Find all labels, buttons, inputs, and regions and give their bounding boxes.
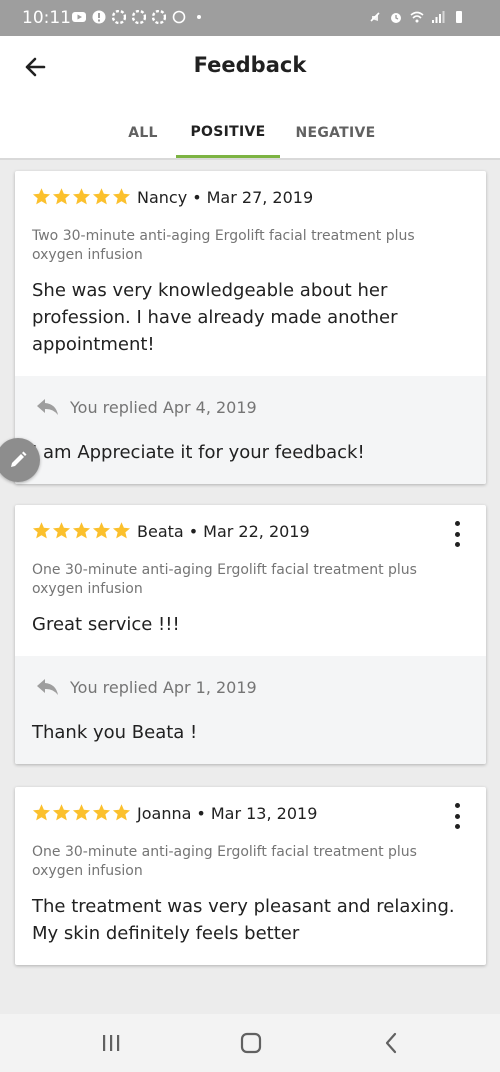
service-name: One 30-minute anti-aging Ergolift facial… (32, 562, 417, 597)
app-icon (132, 10, 146, 24)
status-bar: 10:11 (0, 0, 500, 36)
review-card: Joanna • Mar 13, 2019 One 30-minute anti-a… (15, 787, 486, 965)
reply-date: You replied Apr 4, 2019 (70, 397, 257, 417)
star-icon (52, 804, 71, 821)
separator: • (192, 188, 202, 207)
star-icon (72, 522, 91, 539)
star-icon (92, 188, 111, 205)
page-title: Feedback (193, 53, 307, 77)
review-card: Beata • Mar 22, 2019 One 30-minute anti-ag… (15, 505, 486, 764)
home-icon (240, 1032, 262, 1054)
alert-icon (92, 10, 106, 24)
reply-text: Thank you Beata ! (32, 722, 198, 743)
status-time: 10:11 (22, 8, 71, 28)
wifi-icon (410, 11, 424, 23)
reviewer-line: Nancy • Mar 27, 2019 (137, 188, 313, 207)
nav-back-icon (385, 1032, 397, 1054)
star-icon (52, 188, 71, 205)
review-date: Mar 22, 2019 (203, 522, 310, 541)
reviewer-name: Joanna (137, 804, 192, 823)
reply-icon (37, 679, 58, 695)
sync-icon (172, 10, 186, 24)
reviewer-name: Nancy (137, 188, 188, 207)
service-name: One 30-minute anti-aging Ergolift facial… (32, 844, 417, 879)
review-date: Mar 27, 2019 (206, 188, 314, 207)
separator: • (196, 804, 206, 823)
star-icon (32, 188, 51, 205)
youtube-icon (72, 12, 86, 22)
reviewer-line: Joanna • Mar 13, 2019 (137, 804, 317, 823)
star-icon (92, 522, 111, 539)
app-icon (112, 10, 126, 24)
star-icon (32, 804, 51, 821)
reviewer-name: Beata (137, 522, 184, 541)
review-comment: Great service !!! (32, 614, 180, 635)
rating-stars (32, 187, 131, 206)
star-icon (32, 522, 51, 539)
filter-tabs: ALL POSITIVE NEGATIVE (0, 108, 500, 158)
app-header: Feedback ALL POSITIVE NEGATIVE (0, 36, 500, 160)
review-card: Nancy • Mar 27, 2019 Two 30-minute anti-ag… (15, 171, 486, 484)
notification-icons (72, 10, 206, 24)
app-icon (152, 10, 166, 24)
more-options-button[interactable] (450, 803, 464, 829)
more-vert-icon (454, 803, 460, 808)
signal-icon (432, 11, 445, 23)
home-button[interactable] (236, 1030, 266, 1056)
rating-stars (32, 521, 131, 540)
pencil-icon (11, 451, 27, 467)
system-icons (368, 10, 466, 24)
review-comment: She was very knowledgeable about her pro… (32, 280, 398, 355)
separator: • (188, 522, 199, 541)
reply-meta: You replied Apr 4, 2019 (32, 394, 469, 420)
mute-icon (370, 12, 380, 22)
review-comment: The treatment was very pleasant and rela… (32, 896, 455, 944)
tab-all[interactable]: ALL (113, 108, 173, 158)
more-notifications-icon (197, 15, 201, 19)
reply-section: You replied Apr 4, 2019 I am Appreciate … (15, 376, 486, 484)
reply-section: You replied Apr 1, 2019 Thank you Beata … (15, 656, 486, 764)
reply-date: You replied Apr 1, 2019 (70, 677, 257, 697)
nav-back-button[interactable] (376, 1030, 406, 1056)
recents-button[interactable] (96, 1030, 126, 1056)
system-nav-bar (0, 1014, 500, 1072)
more-vert-icon (454, 521, 460, 526)
battery-icon (456, 11, 462, 23)
tab-negative[interactable]: NEGATIVE (288, 108, 383, 158)
reviewer-line: Beata • Mar 22, 2019 (137, 522, 310, 541)
more-options-button[interactable] (450, 521, 464, 547)
star-icon (112, 522, 131, 539)
star-icon (52, 522, 71, 539)
review-date: Mar 13, 2019 (210, 804, 318, 823)
reply-meta: You replied Apr 1, 2019 (32, 674, 469, 700)
recents-icon (103, 1035, 120, 1051)
tab-positive[interactable]: POSITIVE (176, 108, 280, 158)
star-icon (92, 804, 111, 821)
rating-stars (32, 803, 131, 822)
service-name: Two 30-minute anti-aging Ergolift facial… (32, 228, 415, 263)
star-icon (112, 804, 131, 821)
star-icon (72, 188, 91, 205)
reply-text: I am Appreciate it for your feedback! (32, 442, 365, 463)
star-icon (112, 188, 131, 205)
reply-icon (37, 399, 58, 415)
star-icon (72, 804, 91, 821)
alarm-icon (391, 13, 401, 23)
